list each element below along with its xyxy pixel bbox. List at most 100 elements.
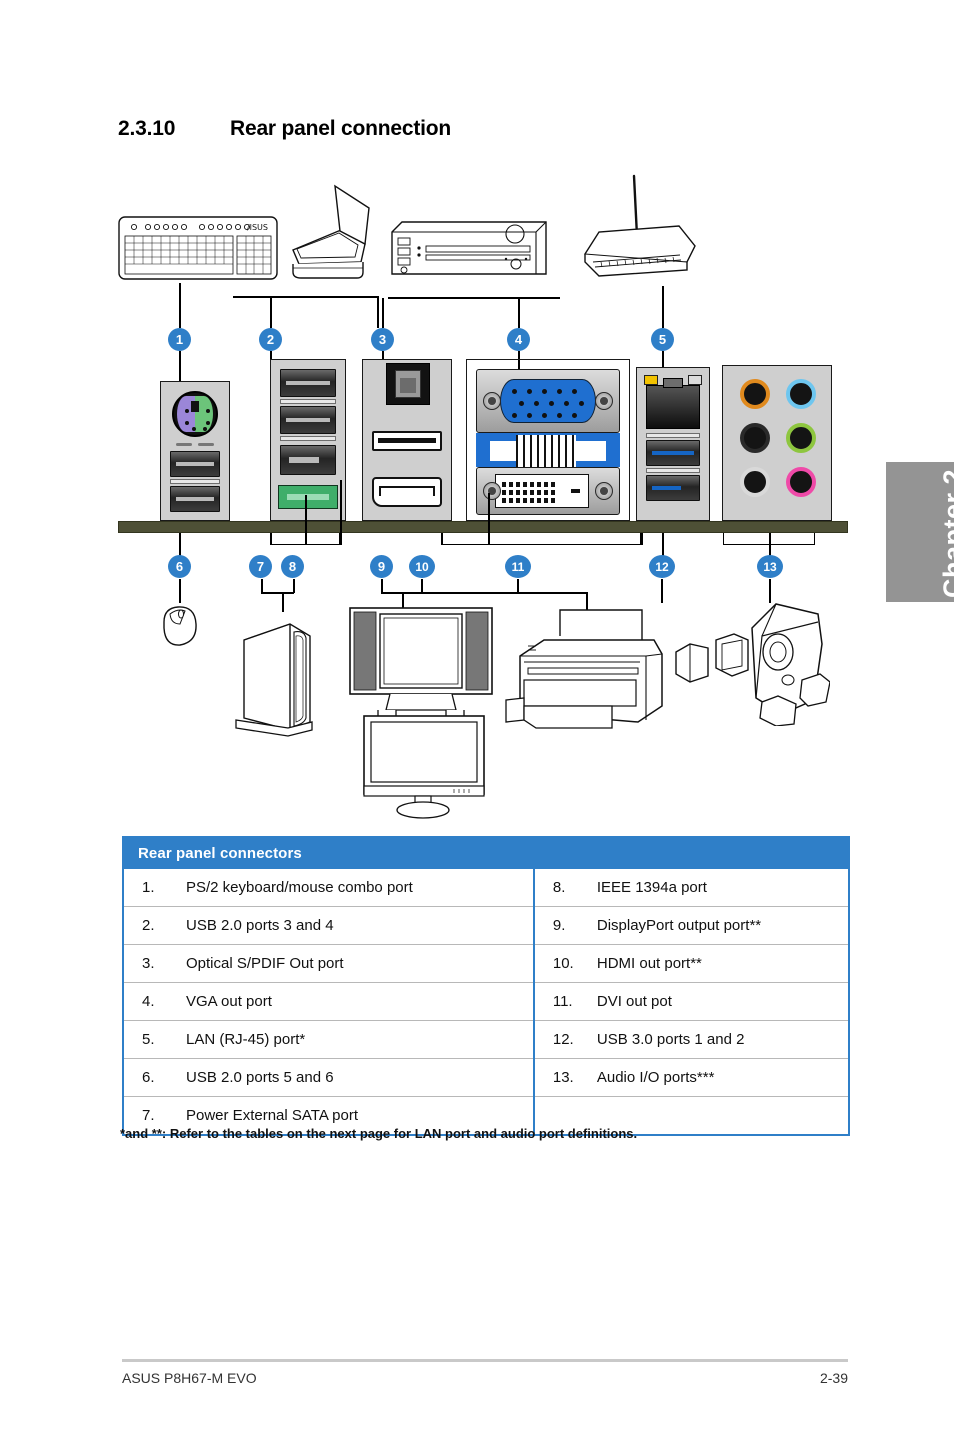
- ps2-combo-port: [172, 391, 218, 437]
- audio-side-speaker-port: [740, 467, 770, 497]
- callout-13: 13: [757, 555, 783, 578]
- leader-line: [641, 533, 643, 545]
- callout-11: 11: [505, 555, 531, 578]
- printer-illustration: [505, 609, 663, 729]
- bracket-9-11: [441, 533, 641, 545]
- table-row: 4. VGA out port 11. DVI out pot: [124, 982, 848, 1021]
- leader-line: [517, 579, 519, 593]
- audio-rear-speaker-port: [740, 423, 770, 453]
- leader-line: [421, 579, 423, 593]
- footer-product-name: ASUS P8H67-M EVO: [122, 1370, 257, 1386]
- footer-divider: [122, 1359, 848, 1362]
- callout-7: 7: [249, 555, 272, 578]
- row-label-12: USB 3.0 ports 1 and 2: [594, 1020, 848, 1059]
- audio-line-in-port: [786, 379, 816, 409]
- av-receiver-illustration: [391, 221, 547, 275]
- leader-line: [282, 592, 284, 612]
- hdmi-out-port: [372, 431, 442, 451]
- table-row: 6. USB 2.0 ports 5 and 6 13. Audio I/O p…: [124, 1058, 848, 1097]
- power-esata-port: [278, 485, 338, 509]
- table-header: Rear panel connectors: [124, 838, 848, 869]
- usb3-port-2: [646, 475, 700, 501]
- table-row: 2. USB 2.0 ports 3 and 4 9. DisplayPort …: [124, 906, 848, 945]
- row-label-11: DVI out pot: [594, 982, 848, 1021]
- rear-panel-diagram: /ISUS 1 2 3 4 5 6 7 8 9 10 11 12 13: [0, 150, 954, 820]
- leader-line: [518, 297, 520, 328]
- io-shield-panel: [118, 355, 848, 533]
- row-index-5: 5.: [124, 1020, 184, 1059]
- table-row: 1. PS/2 keyboard/mouse combo port 8. IEE…: [124, 869, 848, 907]
- leader-line: [261, 592, 294, 594]
- row-label-4: VGA out port: [184, 982, 534, 1021]
- callout-6: 6: [168, 555, 191, 578]
- row-label-8: IEEE 1394a port: [594, 869, 848, 907]
- row-index-8: 8.: [532, 869, 595, 907]
- lcd-monitor-illustration: [363, 715, 485, 819]
- audio-io-block: [722, 365, 832, 521]
- leader-line: [233, 296, 378, 298]
- footer-page-number: 2-39: [819, 1370, 848, 1386]
- leader-line: [270, 533, 272, 545]
- ieee-1394a-port: [280, 445, 336, 475]
- svg-text:/ISUS: /ISUS: [247, 223, 268, 232]
- row-index-11: 11.: [532, 982, 595, 1021]
- leader-line: [388, 297, 560, 299]
- callout-1: 1: [168, 328, 191, 351]
- leader-line: [381, 579, 383, 593]
- row-index-13: 13.: [532, 1058, 595, 1097]
- callout-5: 5: [651, 328, 674, 351]
- row-index-6: 6.: [124, 1058, 184, 1097]
- row-label-6: USB 2.0 ports 5 and 6: [184, 1058, 534, 1097]
- displayport-output-port: [372, 477, 442, 507]
- leader-line: [661, 579, 663, 603]
- leader-line: [441, 533, 443, 545]
- table-footnote: *and **: Refer to the tables on the next…: [120, 1126, 638, 1141]
- row-index-1: 1.: [124, 869, 184, 907]
- leader-line: [377, 296, 379, 328]
- leader-line: [382, 298, 384, 328]
- mouse-illustration: [163, 606, 197, 646]
- table-row: 3. Optical S/PDIF Out port 10. HDMI out …: [124, 944, 848, 983]
- audio-microphone-port: [786, 467, 816, 497]
- leader-line: [179, 579, 181, 603]
- lan-rj45-port: [646, 378, 700, 429]
- leader-line: [270, 296, 272, 328]
- row-label-1: PS/2 keyboard/mouse combo port: [184, 869, 534, 907]
- leader-line: [488, 493, 490, 545]
- callout-4: 4: [507, 328, 530, 351]
- leader-line: [305, 495, 307, 545]
- page-title: 2.3.10 Rear panel connection: [118, 117, 818, 141]
- callout-8: 8: [281, 555, 304, 578]
- lcd-tv-illustration: [349, 607, 493, 719]
- row-index-12: 12.: [532, 1020, 595, 1059]
- row-label-2: USB 2.0 ports 3 and 4: [184, 906, 534, 945]
- connectors-grid: 1. PS/2 keyboard/mouse combo port 8. IEE…: [124, 869, 848, 1134]
- usb2-port-lower-a: [170, 451, 220, 477]
- callout-9: 9: [370, 555, 393, 578]
- row-index-10: 10.: [532, 944, 595, 983]
- usb2-port-upper-b: [280, 406, 336, 434]
- speaker-system-illustration: [675, 603, 830, 726]
- leader-line: [179, 283, 181, 328]
- leader-line: [662, 286, 664, 328]
- row-label-3: Optical S/PDIF Out port: [184, 944, 534, 983]
- wireless-router-illustration: [584, 174, 696, 277]
- section-number: 2.3.10: [118, 117, 176, 140]
- optical-spdif-out-port: [386, 363, 430, 405]
- leader-line: [293, 579, 295, 593]
- callout-3: 3: [371, 328, 394, 351]
- row-index-4: 4.: [124, 982, 184, 1021]
- row-index-2: 2.: [124, 906, 184, 945]
- leader-line: [517, 592, 587, 594]
- row-index-3: 3.: [124, 944, 184, 983]
- usb2-port-upper-a: [280, 369, 336, 397]
- lan-speed-led: [688, 375, 702, 385]
- row-label-5: LAN (RJ-45) port*: [184, 1020, 534, 1059]
- section-title: Rear panel connection: [230, 117, 452, 140]
- external-hard-drive-illustration: [235, 623, 313, 737]
- keyboard-illustration: /ISUS: [118, 216, 278, 280]
- io-panel-base-rail: [118, 521, 848, 533]
- usb3-port-1: [646, 440, 700, 466]
- row-index-9: 9.: [532, 906, 595, 945]
- callout-2: 2: [259, 328, 282, 351]
